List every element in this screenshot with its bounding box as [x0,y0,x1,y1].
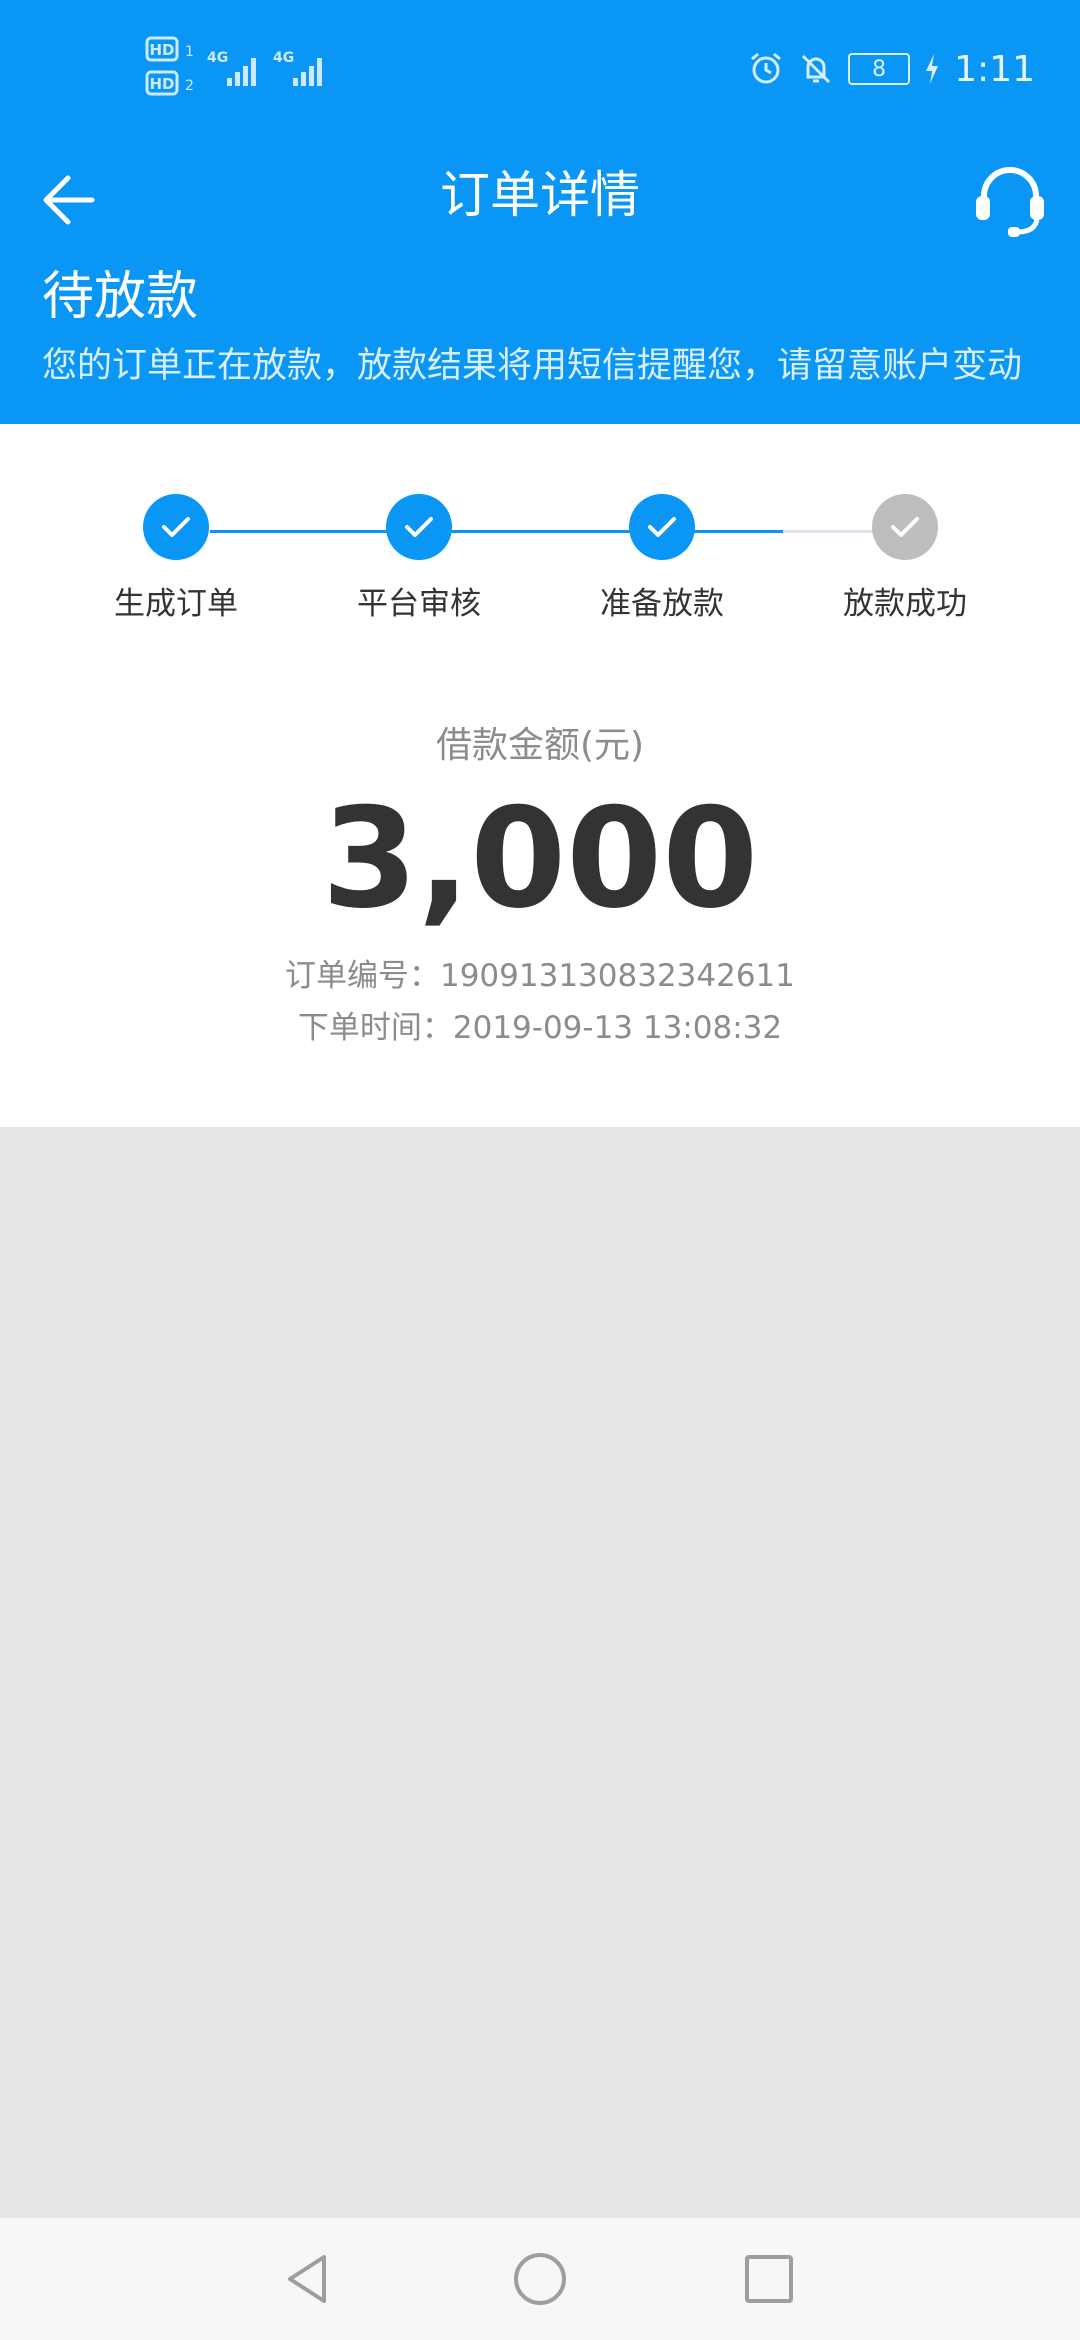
order-status-description: 您的订单正在放款，放款结果将用短信提醒您，请留意账户变动 [42,346,1023,386]
charging-icon [926,54,939,84]
header-area: HD 1 HD 2 4G 4G 8 1:11 订单详情 待放款 您的订单正在放款… [0,0,1080,424]
loan-amount-label: 借款金额(元) [435,725,645,766]
step-label: 放款成功 [843,586,967,622]
step-check-icon [629,494,695,560]
battery-icon: 8 [848,53,911,85]
alarm-icon [751,52,782,84]
signal-bars-1-icon [227,58,256,86]
svg-text:2: 2 [185,78,194,94]
loan-amount: 3,000 [321,778,759,939]
square-recents-icon [745,2255,793,2303]
step-item: 放款成功 [783,494,1027,623]
step-check-icon [143,494,209,560]
svg-text:HD: HD [149,41,174,59]
triangle-back-icon [288,2255,326,2303]
page-title: 订单详情 [440,166,640,224]
signal-bars-2-icon [293,58,322,86]
headset-icon [976,167,1044,237]
step-item: 平台审核 [297,494,541,623]
nav-back-button[interactable] [278,2249,338,2309]
order-status-title: 待放款 [42,267,199,327]
svg-text:4G: 4G [207,50,228,66]
order-time: 下单时间：2019-09-13 13:08:32 [297,1010,783,1046]
status-right: 8 1:11 [748,34,1035,104]
nav-bar: 订单详情 [0,130,1080,260]
step-check-icon [872,494,938,560]
mute-bell-icon [802,54,831,84]
customer-service-button[interactable] [968,158,1052,242]
circle-home-icon [514,2253,566,2305]
sim2-badge: HD 2 [145,70,194,96]
svg-text:HD: HD [149,75,174,93]
sim1-badge: HD 1 [145,36,194,62]
step-label: 生成订单 [114,586,238,622]
step-label: 平台审核 [357,586,481,622]
step-label: 准备放款 [600,586,724,622]
order-card: 生成订单 平台审核 准备放款 放款成功 借款金额(元) 3,000 订单编号：1… [0,424,1080,1127]
status-bar: HD 1 HD 2 4G 4G 8 1:11 [0,0,1080,130]
nav-home-button[interactable] [510,2249,570,2309]
sim1-label: 1 [185,44,194,60]
step-item: 准备放款 [540,494,784,623]
step-check-icon [386,494,452,560]
signal-indicators: HD 1 HD 2 4G 4G [145,34,335,104]
battery-level: 8 [872,56,887,82]
step-item: 生成订单 [54,494,298,623]
nav-recents-button[interactable] [739,2249,799,2309]
clock: 1:11 [954,48,1035,90]
order-number: 订单编号：190913130832342611 [284,958,796,994]
svg-text:4G: 4G [273,50,294,66]
progress-steps: 生成订单 平台审核 准备放款 放款成功 [0,494,1080,634]
system-nav-bar [0,2218,1080,2340]
